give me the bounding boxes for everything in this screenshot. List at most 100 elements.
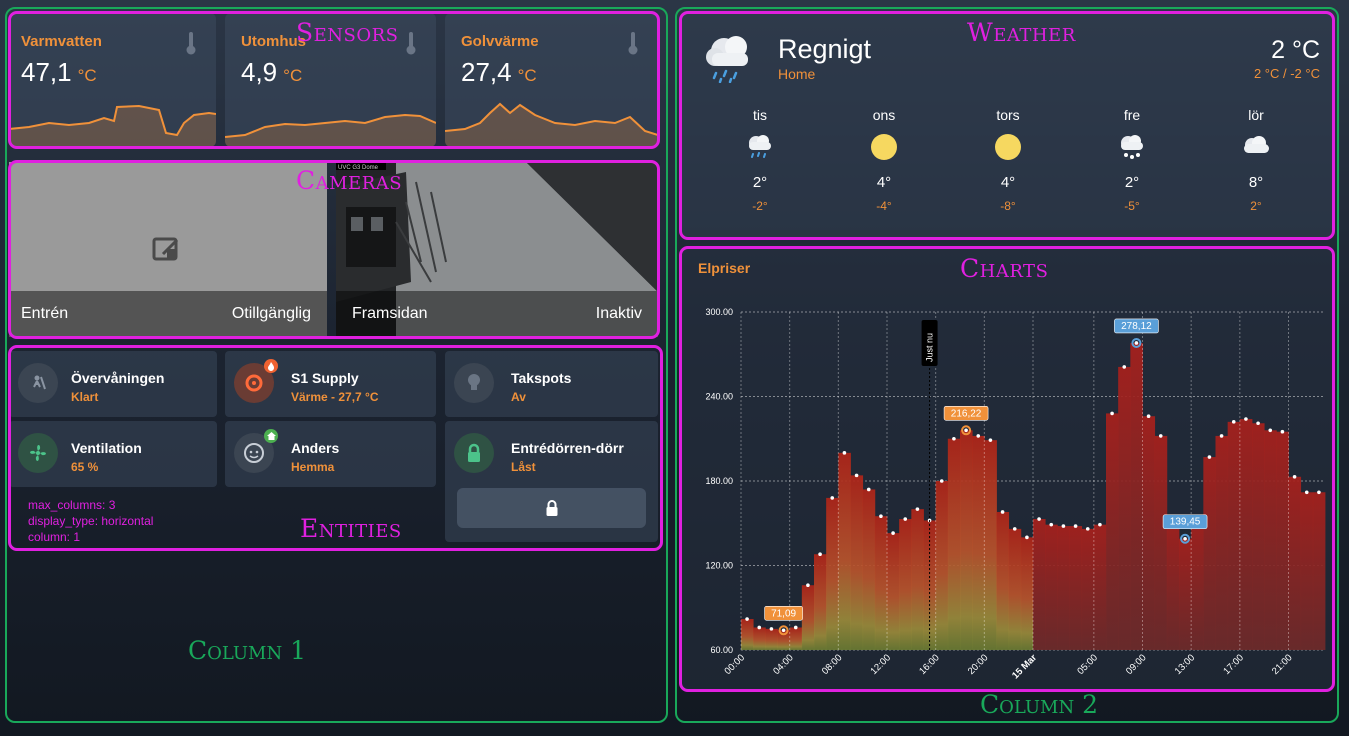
forecast-low: -8° [1000, 199, 1016, 213]
price-bar [1069, 526, 1083, 650]
sun-icon [871, 134, 897, 160]
price-bar [814, 554, 827, 650]
rain-icon [749, 135, 771, 158]
price-point [1158, 434, 1163, 438]
price-point [866, 487, 871, 492]
sensors-section-title: Sensors [296, 18, 399, 47]
price-point [854, 473, 859, 478]
price-chart: 60.00 120.00 180.00 240.00 300.00 00:00 04:00 0… [705, 307, 1326, 681]
price-bar [911, 509, 924, 650]
price-point [1110, 411, 1114, 416]
entity-s1-supply[interactable]: S1 Supply Värme - 27,7 °C [225, 351, 436, 417]
config-line: max_columns: 3 [28, 498, 116, 512]
price-point [818, 552, 822, 557]
price-bar [1179, 538, 1192, 650]
y-tick-label: 180.00 [705, 476, 733, 486]
marker-label: 216,22 [951, 408, 982, 419]
entity-overvaningen[interactable]: Övervåningen Klart [9, 351, 217, 417]
price-bar [777, 630, 791, 650]
sensor-card-varmvatten[interactable]: Varmvatten 47,1 °C [9, 13, 216, 147]
forecast-day-name: ons [872, 107, 896, 123]
x-tick-label: 13:00 [1173, 652, 1198, 677]
price-bar [1106, 413, 1119, 650]
price-point [1231, 420, 1236, 424]
price-point [903, 517, 908, 521]
price-point [1085, 527, 1090, 531]
marker-label: 139,45 [1170, 517, 1201, 528]
forecast-day-name: tis [753, 107, 767, 123]
forecast-day-name: tors [996, 107, 1020, 123]
price-bar [996, 511, 1010, 650]
lock-toggle-button[interactable] [457, 488, 646, 528]
price-bar [1166, 519, 1180, 650]
price-bar [1203, 457, 1216, 650]
entity-takspots[interactable]: Takspots Av [445, 351, 658, 417]
price-point [1134, 341, 1139, 345]
chart-card[interactable]: Elpriser 60.00 120.00 180.00 240.00 300.00 00… [682, 248, 1332, 690]
forecast-high: 2° [1124, 174, 1140, 191]
y-tick-label: 120.00 [705, 561, 733, 571]
x-tick-label: 16:00 [917, 652, 942, 677]
price-point [1244, 417, 1248, 421]
price-point [806, 583, 810, 588]
price-bar [1130, 342, 1143, 650]
entity-entredorren[interactable]: Entrédörren-dörr Låst [445, 421, 658, 542]
price-point [830, 496, 835, 500]
price-point [879, 514, 883, 519]
x-tick-label: 17:00 [1221, 652, 1246, 677]
lightbulb-icon[interactable] [454, 363, 494, 403]
y-tick-label: 240.00 [705, 392, 733, 402]
sensor-card-golvvarme[interactable]: Golvvärme 27,4 °C [445, 13, 658, 147]
price-bar [862, 489, 876, 650]
lock-icon[interactable] [454, 433, 494, 473]
price-point [1025, 535, 1029, 540]
price-bar [1154, 435, 1168, 650]
price-bar [1215, 435, 1229, 650]
sensor-sparkline [9, 104, 216, 147]
robot-vacuum-icon[interactable] [18, 363, 58, 403]
price-bar [1288, 476, 1302, 650]
price-bar [1045, 524, 1058, 650]
camera-off-icon [152, 237, 179, 261]
price-bar [1252, 423, 1265, 650]
price-bar [1239, 419, 1253, 650]
camera-status: Inaktiv [595, 305, 642, 322]
weather-location: Home [778, 66, 816, 82]
cameras-section-title: Cameras [296, 166, 403, 195]
price-bar [1081, 528, 1095, 650]
camera-name: Framsidan [352, 305, 428, 322]
sensor-name: Golvvärme [461, 33, 539, 50]
x-tick-label: 08:00 [820, 652, 845, 677]
forecast-day-name: lör [1248, 107, 1264, 123]
column-1-title: Column 1 [188, 636, 307, 665]
camera-status: Otillgänglig [231, 305, 311, 322]
price-point [1049, 522, 1054, 527]
price-bar [935, 481, 949, 650]
camera-label: Entrén Otillgänglig [9, 291, 327, 337]
entity-name: Takspots [511, 370, 572, 386]
forecast-low: -5° [1124, 199, 1140, 213]
flame-icon [264, 359, 278, 373]
entity-state: Låst [511, 460, 536, 474]
sensor-sparkline [445, 102, 658, 147]
entity-anders[interactable]: Anders Hemma [225, 421, 436, 487]
sensor-value: 27,4 °C [461, 57, 537, 87]
price-bar [1020, 537, 1034, 650]
price-point [891, 531, 895, 535]
x-tick-label: 09:00 [1124, 652, 1149, 677]
fan-icon[interactable] [18, 433, 58, 473]
camera-entren[interactable]: Entrén Otillgänglig [9, 162, 327, 337]
entity-ventilation[interactable]: Ventilation 65 % [9, 421, 217, 487]
price-point [939, 479, 944, 483]
column-2-title: Column 2 [980, 690, 1099, 719]
price-point [745, 617, 749, 621]
price-point [1183, 536, 1187, 541]
price-point [1012, 527, 1017, 531]
weather-temperature: 2 °C [1271, 36, 1320, 64]
config-line: column: 1 [28, 530, 81, 544]
price-point [1292, 474, 1297, 479]
price-bar [1300, 492, 1314, 650]
entity-name: Entrédörren-dörr [511, 440, 624, 456]
now-label: Just nu [925, 333, 935, 362]
price-point [1146, 414, 1151, 419]
